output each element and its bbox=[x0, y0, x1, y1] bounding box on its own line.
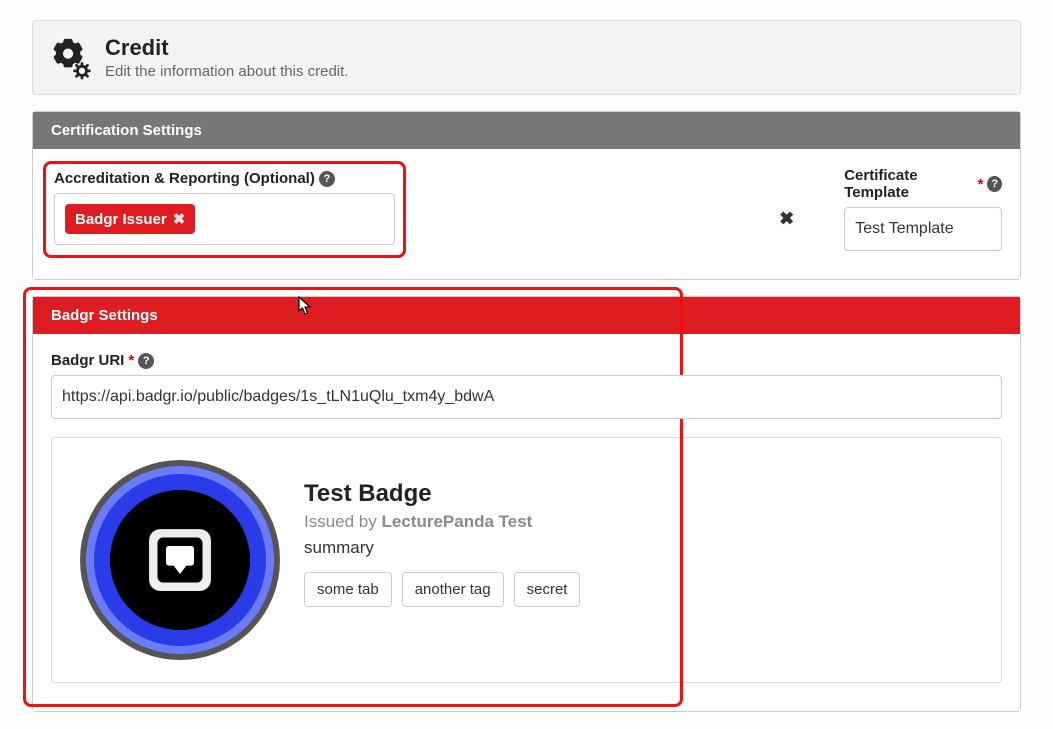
certificate-template-select[interactable]: Test Template bbox=[844, 207, 1002, 251]
page-subtitle: Edit the information about this credit. bbox=[105, 63, 348, 80]
badge-tag[interactable]: some tab bbox=[304, 572, 392, 607]
help-icon[interactable]: ? bbox=[138, 353, 154, 369]
page-header-card: Credit Edit the information about this c… bbox=[32, 20, 1021, 95]
remove-tag-icon[interactable]: ✖ bbox=[173, 210, 186, 228]
certificate-template-label: Certificate Template* ? bbox=[844, 167, 1002, 201]
badgr-settings-header: Badgr Settings bbox=[33, 297, 1020, 334]
badge-image bbox=[80, 460, 280, 660]
accreditation-label: Accreditation & Reporting (Optional) ? bbox=[54, 170, 335, 187]
badgr-uri-field[interactable] bbox=[62, 388, 991, 406]
badge-tag[interactable]: secret bbox=[514, 572, 581, 607]
badgr-issuer-tag[interactable]: Badgr Issuer ✖ bbox=[65, 204, 195, 234]
badgr-uri-label: Badgr URI* ? bbox=[51, 352, 154, 369]
badge-summary: summary bbox=[304, 538, 580, 558]
badge-name: Test Badge bbox=[304, 480, 580, 508]
certification-settings-panel: Certification Settings Accreditation & R… bbox=[32, 111, 1021, 280]
badge-issued-by: Issued by LecturePanda Test bbox=[304, 512, 580, 532]
help-icon[interactable]: ? bbox=[319, 171, 335, 187]
help-icon[interactable]: ? bbox=[987, 176, 1002, 192]
badge-tag[interactable]: another tag bbox=[402, 572, 504, 607]
accreditation-highlight: Accreditation & Reporting (Optional) ? B… bbox=[43, 161, 406, 258]
page-title: Credit bbox=[105, 35, 348, 61]
badge-tags: some tab another tag secret bbox=[304, 572, 580, 607]
gears-icon bbox=[49, 36, 93, 80]
badgr-settings-panel: Badgr Settings Badgr URI* ? bbox=[32, 296, 1021, 712]
certification-settings-header: Certification Settings bbox=[33, 112, 1020, 149]
badgr-uri-input[interactable] bbox=[51, 375, 1002, 419]
accreditation-input[interactable]: Badgr Issuer ✖ ✖ bbox=[54, 193, 395, 245]
badge-preview-card: Test Badge Issued by LecturePanda Test s… bbox=[51, 437, 1002, 683]
clear-input-icon[interactable]: ✖ bbox=[779, 209, 794, 230]
